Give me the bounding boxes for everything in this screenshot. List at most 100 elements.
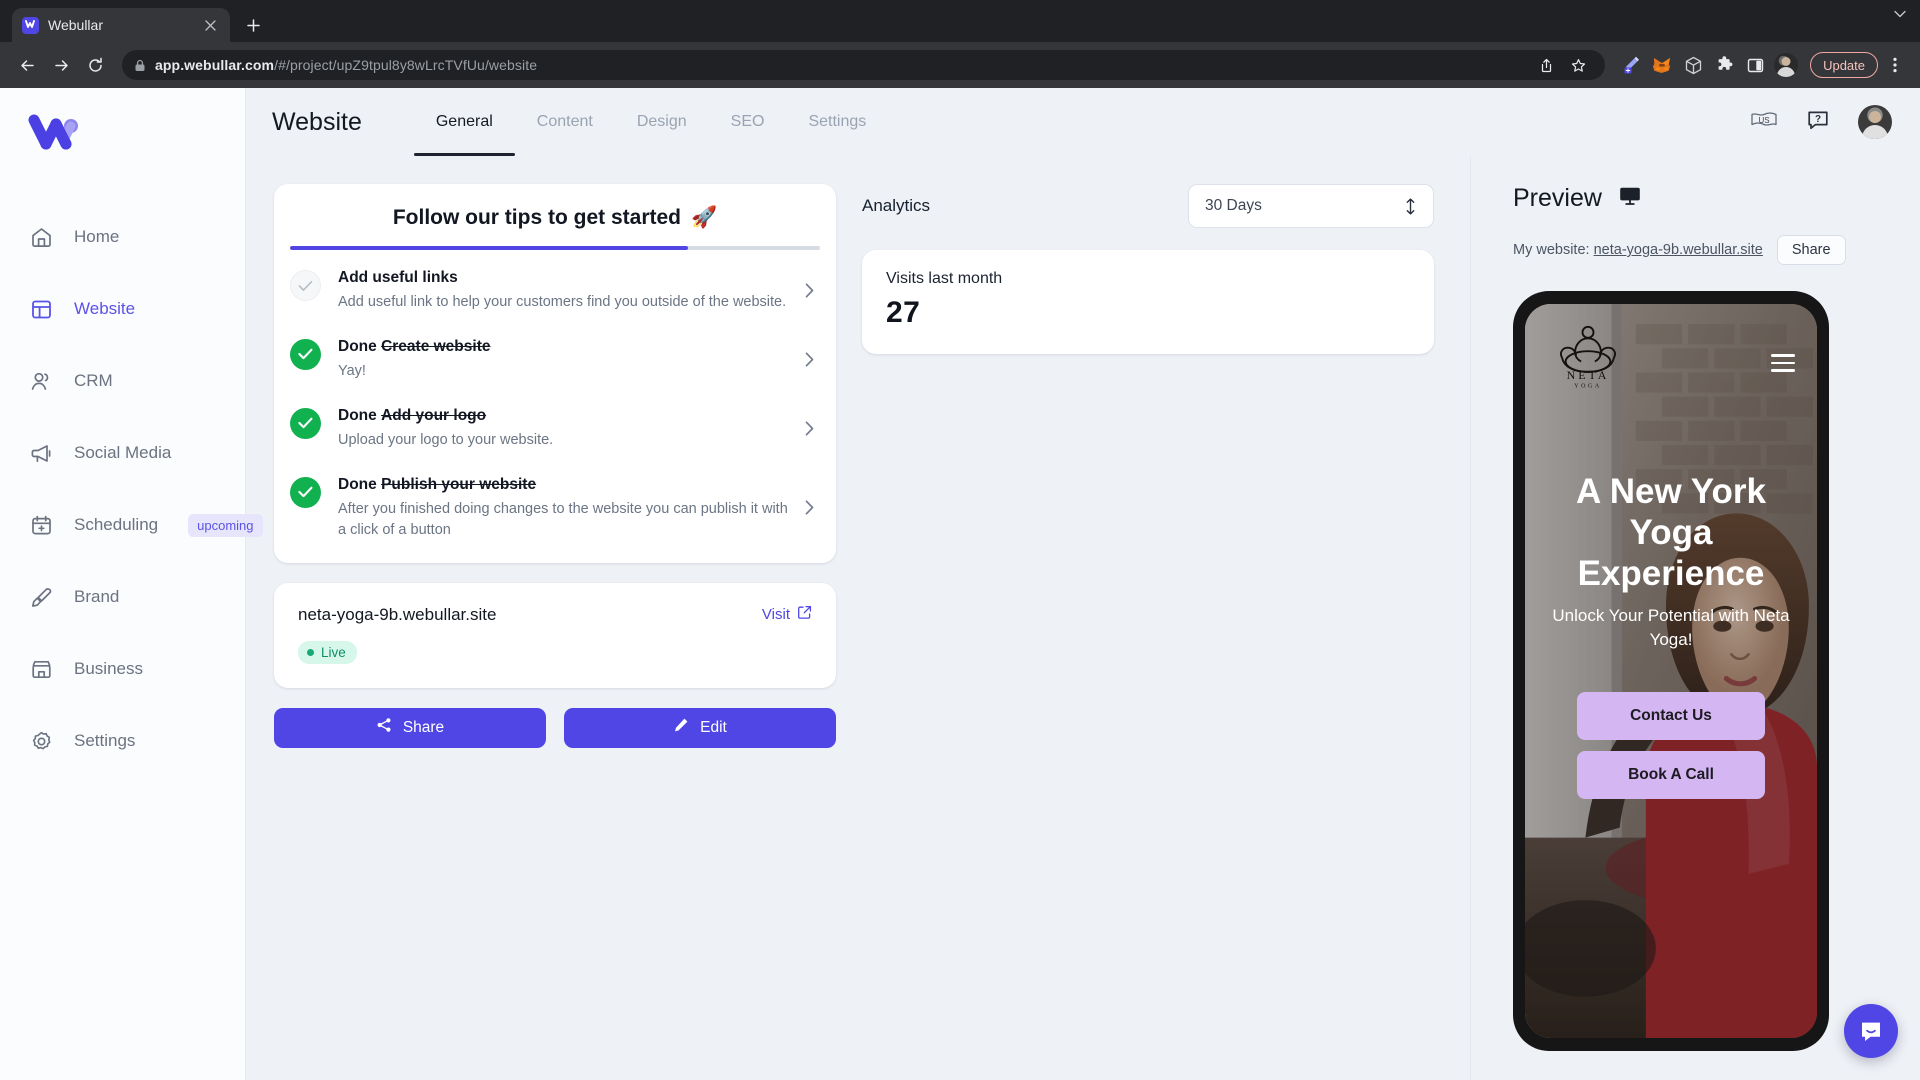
tab-design[interactable]: Design: [615, 88, 709, 156]
sidebar-item-website[interactable]: Website: [0, 273, 245, 345]
my-website-prefix: My website:: [1513, 242, 1590, 258]
tab-settings[interactable]: Settings: [786, 88, 888, 156]
preview-share-button[interactable]: Share: [1776, 235, 1846, 265]
new-tab-button[interactable]: [236, 8, 270, 42]
check-circle-outline-icon: [290, 270, 321, 301]
browser-profile-avatar[interactable]: [1772, 51, 1800, 79]
app-content: Follow our tips to get started 🚀 Add use…: [246, 156, 1920, 1080]
edit-button[interactable]: Edit: [564, 707, 836, 748]
language-flag-icon[interactable]: US: [1750, 110, 1778, 135]
webullar-logo-icon: [22, 16, 39, 34]
header-actions: US ?: [1750, 105, 1920, 139]
kebab-menu-icon[interactable]: [1882, 50, 1908, 80]
sidebar-item-crm[interactable]: CRM: [0, 345, 245, 417]
paintbrush-icon: [28, 584, 54, 610]
status-badge: Live: [298, 640, 357, 664]
task-title: Done Create website: [338, 338, 490, 355]
browser-extensions: [1617, 51, 1800, 79]
tab-general[interactable]: General: [413, 88, 515, 156]
task-title: Add useful links: [338, 269, 458, 286]
task-desc: Add useful link to help your customers f…: [338, 293, 787, 310]
phone-screen[interactable]: NETA YOGA A New York Yoga Experience Unl…: [1525, 304, 1817, 1038]
sidebar-item-settings[interactable]: Settings: [0, 705, 245, 777]
check-circle-filled-icon: [290, 407, 321, 439]
site-cta-book-a-call[interactable]: Book A Call: [1577, 751, 1765, 799]
chevron-right-icon[interactable]: [805, 352, 814, 367]
box-extension-icon[interactable]: [1679, 51, 1707, 79]
task-row[interactable]: Done Publish your website After you fini…: [274, 463, 836, 553]
task-body: Done Publish your website After you fini…: [338, 475, 788, 541]
home-icon: [28, 224, 54, 250]
wand-extension-icon[interactable]: [1617, 51, 1645, 79]
forward-arrow-icon[interactable]: [46, 50, 76, 80]
sidebar-item-home[interactable]: Home: [0, 201, 245, 273]
app-viewport: Home Website CRM Social Media Scheduling…: [0, 88, 1920, 1080]
share-icon[interactable]: [1531, 50, 1561, 80]
date-range-value: 30 Days: [1205, 197, 1262, 214]
task-row[interactable]: Done Add your logo Upload your logo to y…: [274, 394, 836, 463]
domain-card: neta-yoga-9b.webullar.site Visit Live: [274, 582, 836, 688]
task-body: Done Create website Yay!: [338, 337, 788, 382]
browser-toolbar: app.webullar.com/#/project/upZ9tpul8y8wL…: [0, 42, 1920, 88]
avatar[interactable]: [1858, 105, 1892, 139]
monitor-icon[interactable]: [1619, 186, 1641, 211]
date-range-select[interactable]: 30 Days: [1188, 184, 1434, 228]
reload-icon[interactable]: [80, 50, 110, 80]
close-icon[interactable]: [200, 15, 220, 35]
analytics-header: Analytics 30 Days: [862, 184, 1434, 228]
app-sidebar: Home Website CRM Social Media Scheduling…: [0, 88, 263, 1080]
status-dot-icon: [307, 648, 314, 656]
rocket-icon: 🚀: [691, 206, 718, 229]
address-bar-url: app.webullar.com/#/project/upZ9tpul8y8wL…: [155, 57, 1522, 73]
hamburger-menu-icon[interactable]: [1771, 354, 1795, 372]
site-headline: A New York Yoga Experience: [1576, 472, 1766, 593]
help-icon[interactable]: ?: [1806, 108, 1830, 137]
webullar-w-logo[interactable]: [0, 114, 245, 201]
visit-link[interactable]: Visit: [762, 605, 812, 624]
share-button-label: Share: [402, 718, 445, 736]
chevron-right-icon[interactable]: [805, 500, 814, 515]
svg-text:YOGA: YOGA: [1574, 383, 1602, 389]
edit-button-label: Edit: [700, 718, 727, 736]
svg-text:US: US: [1758, 116, 1769, 125]
sidebar-item-label: Home: [74, 227, 120, 246]
analytics-column: Analytics 30 Days Visits last month 27: [836, 156, 1470, 1080]
check-circle-filled-icon: [290, 338, 321, 370]
app-header: Website General Content Design SEO Setti…: [246, 88, 1920, 156]
sidebar-item-label: CRM: [74, 371, 113, 390]
megaphone-icon: [28, 440, 54, 466]
url-host: app.webullar.com: [155, 57, 275, 73]
task-row[interactable]: Add useful links Add useful link to help…: [274, 256, 836, 325]
address-bar[interactable]: app.webullar.com/#/project/upZ9tpul8y8wL…: [122, 50, 1606, 80]
chevron-right-icon[interactable]: [805, 283, 814, 298]
task-desc: Upload your logo to your website.: [338, 431, 554, 448]
preview-url-row: My website: neta-yoga-9b.webullar.site S…: [1513, 235, 1920, 265]
star-icon[interactable]: [1563, 50, 1593, 80]
intercom-chat-icon[interactable]: [1844, 1004, 1898, 1058]
svg-text:?: ?: [1815, 114, 1821, 125]
puzzle-extensions-icon[interactable]: [1710, 51, 1738, 79]
share-button[interactable]: Share: [274, 707, 546, 748]
status-label: Live: [321, 644, 346, 660]
browser-tab[interactable]: Webullar: [12, 8, 230, 42]
sidebar-item-scheduling[interactable]: Scheduling upcoming: [0, 489, 263, 561]
metamask-fox-icon[interactable]: [1648, 51, 1676, 79]
sidebar-item-brand[interactable]: Brand: [0, 561, 245, 633]
chevron-right-icon[interactable]: [805, 421, 814, 436]
storefront-icon: [28, 656, 54, 682]
page-title: Website: [272, 107, 362, 136]
site-cta-contact-us[interactable]: Contact Us: [1577, 692, 1765, 740]
tab-seo[interactable]: SEO: [709, 88, 787, 156]
sidebar-item-business[interactable]: Business: [0, 633, 245, 705]
update-button[interactable]: Update: [1810, 52, 1878, 78]
sidebar-item-social-media[interactable]: Social Media: [0, 417, 245, 489]
svg-text:NETA: NETA: [1567, 368, 1610, 382]
back-arrow-icon[interactable]: [12, 50, 42, 80]
my-website-url[interactable]: neta-yoga-9b.webullar.site: [1594, 242, 1763, 258]
tips-card: Follow our tips to get started 🚀 Add use…: [274, 184, 836, 563]
tab-content[interactable]: Content: [515, 88, 615, 156]
side-panel-icon[interactable]: [1741, 51, 1769, 79]
task-row[interactable]: Done Create website Yay!: [274, 325, 836, 394]
window-controls[interactable]: [1894, 10, 1906, 18]
task-desc: After you finished doing changes to the …: [338, 500, 788, 538]
